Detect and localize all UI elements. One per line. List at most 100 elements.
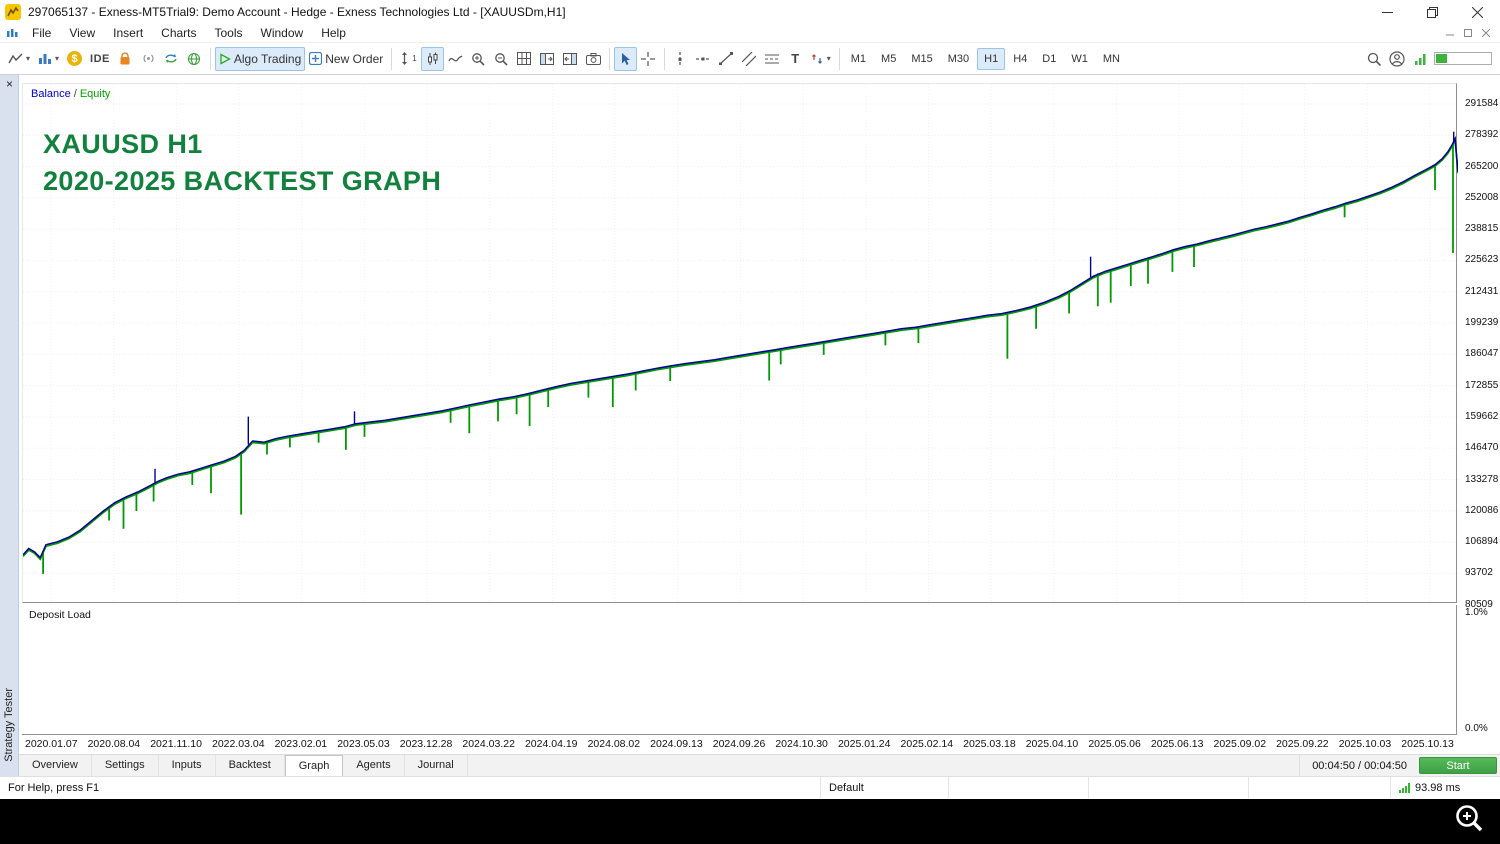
connection-status-button[interactable] [1409,47,1432,71]
timeframe-buttons: M1 M5 M15 M30 H1 H4 D1 W1 MN [844,47,1127,70]
tester-panel-title: Strategy Tester [3,688,15,762]
text-tool[interactable]: T [784,47,807,71]
status-cell [948,777,1088,798]
tile-windows-button[interactable] [513,47,536,71]
plus-square-icon [309,52,323,65]
tab-overview[interactable]: Overview [19,755,92,776]
trendline-tool[interactable] [715,47,738,71]
community-button[interactable] [183,47,206,71]
tab-agents[interactable]: Agents [343,755,405,776]
tester-tabs: Overview Settings Inputs Backtest Graph Agent… [19,754,1500,776]
y-axis-label: 199239 [1465,317,1499,328]
search-button[interactable] [1362,47,1385,71]
x-axis-label: 2025.05.06 [1088,738,1141,750]
timeframe-m30[interactable]: M30 [941,48,976,70]
arrows-objects-icon [811,53,822,64]
start-button[interactable]: Start [1419,757,1497,774]
balance-graph[interactable]: Balance / Equity XAUUSD H1 2020-2025 BACKT… [22,83,1458,604]
y-axis-label: 278392 [1465,129,1499,141]
x-axis-label: 2020.08.04 [87,738,141,750]
new-order-button[interactable]: New Order [305,47,387,71]
account-button[interactable] [1385,47,1409,71]
dock-left-button[interactable] [536,47,559,71]
vertical-line-tool[interactable] [669,47,692,71]
horizontal-line-tool[interactable] [692,47,715,71]
menu-item-file[interactable]: File [23,26,60,40]
timeframe-d1[interactable]: D1 [1035,48,1063,70]
tab-settings[interactable]: Settings [92,755,159,776]
line-mode-button[interactable] [444,47,467,71]
candlestick-mode-button[interactable] [420,46,444,71]
globe-icon [188,52,201,65]
x-axis-label: 2025.10.03 [1338,738,1392,750]
restore-button[interactable] [1410,0,1455,24]
menu-items: File View Insert Charts Tools Window Help [23,26,355,40]
menu-item-tools[interactable]: Tools [206,26,252,40]
zoom-out-button[interactable] [490,47,513,71]
child-close-icon [1482,29,1490,37]
latency-value: 93.98 ms [1415,781,1461,794]
dock-left-icon [540,52,555,65]
dollar-icon: $ [67,51,83,66]
signals-button[interactable] [137,47,160,71]
cursor-button[interactable] [613,46,637,71]
timeframe-h4[interactable]: H4 [1006,48,1034,70]
camera-icon [585,52,601,65]
legend-balance[interactable]: Balance [31,88,71,100]
screenshot-button[interactable] [582,47,605,71]
new-chart-dropdown[interactable]: ▾ [34,47,63,71]
fibonacci-tool[interactable] [761,47,784,71]
close-tester-button[interactable]: × [3,77,16,91]
auto-scale-button[interactable]: 1 [396,47,420,71]
chart-type-dropdown[interactable]: ▾ [4,47,34,71]
market-watch-button[interactable]: $ [63,47,86,71]
window-controls [1365,0,1500,24]
grid-icon [517,52,532,65]
crosshair-button[interactable] [637,47,660,71]
timeframe-h1[interactable]: H1 [977,47,1006,70]
x-axis-label: 2025.02.14 [900,738,954,750]
connection-latency[interactable]: 93.98 ms [1390,777,1500,798]
objects-dropdown[interactable]: ▾ [807,47,835,71]
tab-journal[interactable]: Journal [405,755,468,776]
y-axis-label: 252008 [1465,191,1499,203]
timeframe-w1[interactable]: W1 [1064,48,1095,70]
deposit-load-panel[interactable]: Deposit Load [22,605,1457,735]
tab-inputs[interactable]: Inputs [159,755,216,776]
channel-tool[interactable] [738,47,761,71]
profile-selector[interactable]: Default [820,777,948,798]
menu-item-insert[interactable]: Insert [104,26,152,40]
chevron-down-icon: ▾ [26,53,31,63]
dock-right-icon [563,52,578,65]
timeframe-m15[interactable]: M15 [904,48,939,70]
child-restore-icon [1464,29,1472,37]
menu-item-window[interactable]: Window [252,26,313,40]
y-axis-label: 133278 [1465,473,1499,485]
ide-button[interactable]: IDE [86,47,114,71]
tab-graph[interactable]: Graph [284,755,344,776]
x-axis-label: 2025.09.22 [1276,738,1329,750]
zoom-in-button[interactable] [467,47,490,71]
vps-button[interactable] [160,47,183,71]
timeframe-mn[interactable]: MN [1096,48,1127,70]
timeframe-m1[interactable]: M1 [844,48,873,70]
x-axis-label: 2023.02.01 [274,738,328,750]
toolbar-separator [391,47,393,70]
market-button[interactable] [114,47,137,71]
tab-backtest[interactable]: Backtest [216,755,285,776]
mt5-window: 297065137 - Exness-MT5Trial9: Demo Accou… [0,0,1500,799]
legend-equity[interactable]: Equity [80,88,111,100]
dock-right-button[interactable] [559,47,582,71]
trendline-icon [719,52,734,65]
close-button[interactable] [1455,0,1500,24]
minimize-button[interactable] [1365,0,1410,24]
toolbar-separator [663,47,665,70]
algo-trading-button[interactable]: Algo Trading [214,46,306,71]
menu-item-help[interactable]: Help [312,26,355,40]
x-axis-label: 2024.09.26 [712,738,766,750]
menu-item-charts[interactable]: Charts [152,26,205,40]
x-axis-label: 2025.10.13 [1401,738,1454,750]
menu-item-view[interactable]: View [60,26,104,40]
magnifier-zoom-icon[interactable] [1452,802,1488,840]
timeframe-m5[interactable]: M5 [874,48,903,70]
